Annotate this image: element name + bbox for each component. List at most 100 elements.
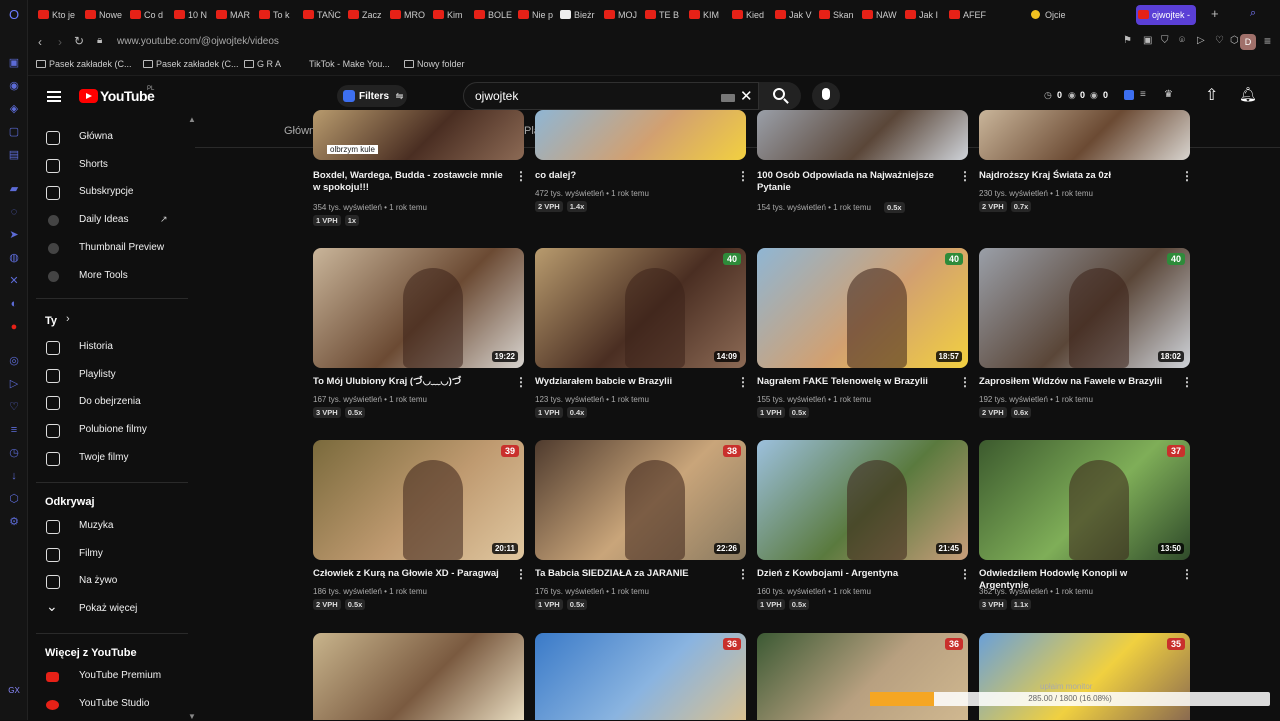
video-thumbnail[interactable]: 39 20:11 (313, 440, 524, 560)
nav-item-you-4[interactable]: Twoje filmy (28, 447, 188, 471)
forward-icon[interactable]: › (58, 35, 62, 49)
browser-tab[interactable]: Jak V (773, 5, 815, 25)
history-sidebar-icon[interactable]: ◷ (7, 446, 21, 460)
browser-tab[interactable]: KIM (687, 5, 729, 25)
notifications-bell-icon[interactable]: 🔔︎ (1239, 86, 1257, 103)
bookmark-item[interactable]: Pasek zakładek (C... (143, 59, 239, 69)
ai-icon[interactable]: ◉ (7, 79, 21, 93)
bookmark-item[interactable]: G R A (244, 59, 281, 69)
vpn-icon[interactable]: ⌾ (1179, 35, 1185, 46)
hamburger-menu-icon[interactable] (47, 91, 61, 102)
nav-item-more-0[interactable]: YouTube Premium (28, 665, 188, 689)
youtube-logo-icon[interactable] (79, 89, 98, 103)
telegram-icon[interactable]: ➤ (7, 228, 21, 242)
video-thumbnail[interactable]: 37 13:50 (979, 440, 1190, 560)
video-title[interactable]: 100 Osób Odpowiada na Najważniejsze Pyta… (757, 170, 953, 194)
nav-item-you-0[interactable]: Historia (28, 336, 188, 360)
bookmark-icon[interactable]: ⚑ (1123, 35, 1132, 46)
voice-search-button[interactable] (812, 82, 840, 110)
video-title[interactable]: Nagrałem FAKE Telenowelę w Brazylii (757, 376, 953, 388)
browser-tab[interactable]: Nie p (516, 5, 558, 25)
nav-item-main-1[interactable]: Shorts (28, 154, 188, 178)
app-icon[interactable]: ▢ (7, 125, 21, 139)
browser-tab[interactable]: Kied (730, 5, 772, 25)
browser-tab[interactable]: AFEF (947, 5, 989, 25)
nav-item-main-5[interactable]: More Tools (28, 265, 188, 289)
nav-item-explore-0[interactable]: Muzyka (28, 515, 188, 539)
url-field[interactable]: www.youtube.com/@ojwojtek/videos (117, 36, 279, 47)
twitch-icon[interactable]: ▰ (7, 182, 21, 196)
video-thumbnail[interactable]: 40 18:02 (979, 248, 1190, 368)
more-options-icon[interactable] (1181, 567, 1193, 581)
you-section-title[interactable]: Ty (45, 315, 57, 327)
more-options-icon[interactable] (959, 375, 971, 389)
list-icon[interactable]: ≡ (7, 423, 21, 437)
browser-tab-active[interactable]: ojwojtek - (1136, 5, 1197, 25)
tab-search-icon[interactable]: ⌕ (1250, 7, 1256, 20)
nav-item-explore-2[interactable]: Na żywo (28, 570, 188, 594)
video-thumbnail[interactable]: 40 18:57 (757, 248, 968, 368)
video-thumbnail[interactable] (757, 110, 968, 160)
settings-icon[interactable]: ⚙ (7, 515, 21, 529)
play-icon[interactable]: ▷ (1197, 35, 1205, 46)
mail-icon[interactable]: ▤ (7, 148, 21, 162)
browser-tab[interactable]: Nowe (83, 5, 125, 25)
video-title[interactable]: To Mój Ulubiony Kraj (づ◡﹏◡)づ (313, 376, 509, 388)
youtube-sidebar-icon[interactable]: ● (7, 320, 21, 334)
browser-tab[interactable]: To k (257, 5, 299, 25)
nav-item-more-1[interactable]: YouTube Studio (28, 693, 188, 717)
extensions-icon[interactable]: ⬡ (1230, 35, 1239, 46)
menu-icon[interactable]: ≡ (1264, 34, 1271, 48)
video-thumbnail[interactable]: 40 14:09 (535, 248, 746, 368)
list-tool-icon[interactable]: ≡ (1140, 89, 1146, 100)
keyboard-icon[interactable] (721, 94, 735, 102)
more-options-icon[interactable] (737, 375, 749, 389)
video-title[interactable]: Ta Babcia SIEDZIAŁA za JARANIE (535, 568, 731, 580)
extensions-sidebar-icon[interactable]: ⬡ (7, 492, 21, 506)
vidiq-icon[interactable] (1124, 90, 1134, 100)
video-thumbnail[interactable]: 21:45 (757, 440, 968, 560)
music-sidebar-icon[interactable]: ◎ (7, 354, 21, 368)
video-thumbnail[interactable] (535, 110, 746, 160)
clear-search-icon[interactable]: ✕ (740, 87, 753, 105)
browser-tab[interactable]: Skan (817, 5, 859, 25)
browser-tab[interactable]: MAR (214, 5, 256, 25)
video-thumbnail[interactable] (313, 633, 524, 720)
more-options-icon[interactable] (737, 567, 749, 581)
nav-item-you-1[interactable]: Playlisty (28, 364, 188, 388)
bookmark-item[interactable]: Nowy folder (404, 59, 465, 69)
screenshot-icon[interactable]: ▣ (1143, 35, 1152, 46)
video-title[interactable]: Dzień z Kowbojami - Argentyna (757, 568, 953, 580)
new-tab-icon[interactable]: + (1211, 6, 1219, 21)
more-options-icon[interactable] (959, 169, 971, 183)
more-options-icon[interactable] (515, 567, 527, 581)
video-thumbnail[interactable]: olbrzym kule (313, 110, 524, 160)
x-icon[interactable]: ✕ (7, 274, 21, 288)
download-icon[interactable]: ↓ (7, 469, 21, 483)
nav-item-you-3[interactable]: Polubione filmy (28, 419, 188, 443)
profile-avatar[interactable]: D (1240, 34, 1256, 50)
whatsapp-icon[interactable]: ◍ (7, 251, 21, 265)
upload-icon[interactable]: ⇧ (1205, 85, 1218, 105)
video-title[interactable]: Człowiek z Kurą na Głowie XD - Paragwaj (313, 568, 509, 580)
gx-icon[interactable]: GX (7, 684, 21, 698)
browser-tab[interactable]: TAŃC (301, 5, 343, 25)
video-title[interactable]: Wydziarałem babcie w Brazylii (535, 376, 731, 388)
opera-logo-icon[interactable]: O (7, 8, 21, 22)
nav-item-main-2[interactable]: Subskrypcje (28, 181, 188, 205)
search-button[interactable] (759, 82, 801, 110)
nav-item-main-4[interactable]: Thumbnail Preview (28, 237, 188, 261)
heart-icon[interactable]: ♡ (7, 400, 21, 414)
more-options-icon[interactable] (737, 169, 749, 183)
more-options-icon[interactable] (1181, 375, 1193, 389)
browser-tab[interactable]: Co d (128, 5, 170, 25)
external-link-icon[interactable]: ↗ (160, 214, 168, 225)
reload-icon[interactable]: ↻ (74, 34, 84, 48)
more-options-icon[interactable] (515, 169, 527, 183)
browser-tab[interactable]: MOJ (602, 5, 644, 25)
browser-tab[interactable]: Jak I (903, 5, 945, 25)
browser-tab[interactable]: 10 N (172, 5, 214, 25)
video-thumbnail[interactable]: 35 (979, 633, 1190, 720)
nav-item-you-2[interactable]: Do obejrzenia (28, 391, 188, 415)
video-thumbnail[interactable]: 19:22 (313, 248, 524, 368)
